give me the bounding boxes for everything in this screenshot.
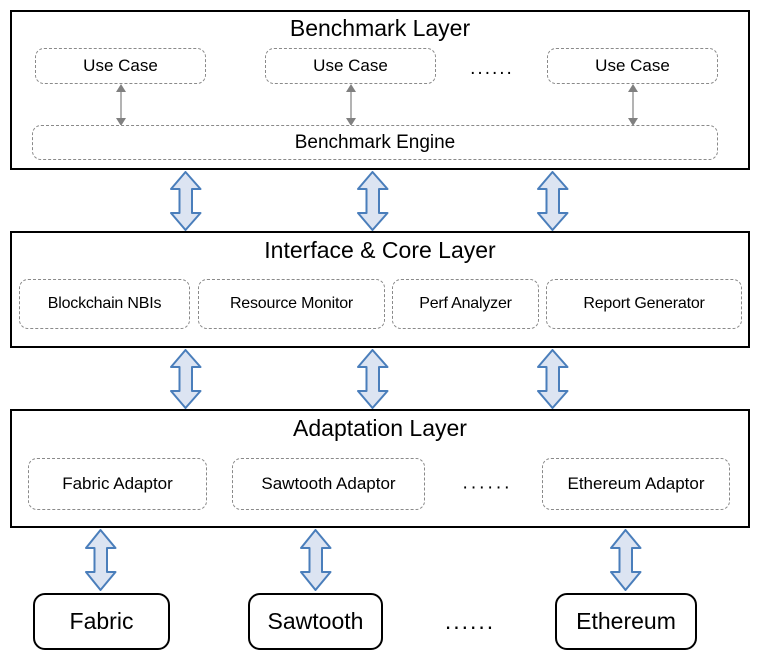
adaptor-ellipsis: ······	[462, 477, 512, 498]
adaptor-box-sawtooth: Sawtooth Adaptor	[232, 458, 425, 510]
platform-box-sawtooth: Sawtooth	[248, 593, 383, 650]
interface-core-layer-title: Interface & Core Layer	[264, 237, 496, 263]
platform-box-fabric: Fabric	[33, 593, 170, 650]
module-box-report-generator: Report Generator	[546, 279, 742, 329]
use-case-box-2: Use Case	[265, 48, 436, 84]
usecase-engine-connector-2	[342, 84, 360, 126]
architecture-diagram: Benchmark Layer Use Case Use Case Use Ca…	[0, 0, 759, 660]
module-box-resource-monitor: Resource Monitor	[198, 279, 385, 329]
adaptor-box-ethereum: Ethereum Adaptor	[542, 458, 730, 510]
platform-ellipsis: ......	[444, 608, 496, 634]
module-box-perf-analyzer: Perf Analyzer	[392, 279, 539, 329]
usecase-engine-connector-3	[624, 84, 642, 126]
platform-box-ethereum: Ethereum	[555, 593, 697, 650]
usecase-engine-connector-1	[112, 84, 130, 126]
benchmark-layer-title: Benchmark Layer	[289, 15, 471, 41]
module-box-blockchain-nbis: Blockchain NBIs	[19, 279, 190, 329]
use-case-box-1: Use Case	[35, 48, 206, 84]
platform-connector-arrow-2	[299, 529, 332, 591]
layer-connector-arrow-1	[169, 171, 202, 231]
benchmark-engine-box: Benchmark Engine	[32, 125, 718, 160]
layer-connector-arrow-4	[169, 349, 202, 409]
platform-connector-arrow-1	[84, 529, 117, 591]
adaptor-box-fabric: Fabric Adaptor	[28, 458, 207, 510]
adaptation-layer-title: Adaptation Layer	[293, 415, 467, 441]
layer-connector-arrow-5	[356, 349, 389, 409]
layer-connector-arrow-2	[356, 171, 389, 231]
use-case-box-3: Use Case	[547, 48, 718, 84]
layer-connector-arrow-3	[536, 171, 569, 231]
layer-connector-arrow-6	[536, 349, 569, 409]
use-case-ellipsis: ......	[470, 58, 514, 79]
platform-connector-arrow-3	[609, 529, 642, 591]
